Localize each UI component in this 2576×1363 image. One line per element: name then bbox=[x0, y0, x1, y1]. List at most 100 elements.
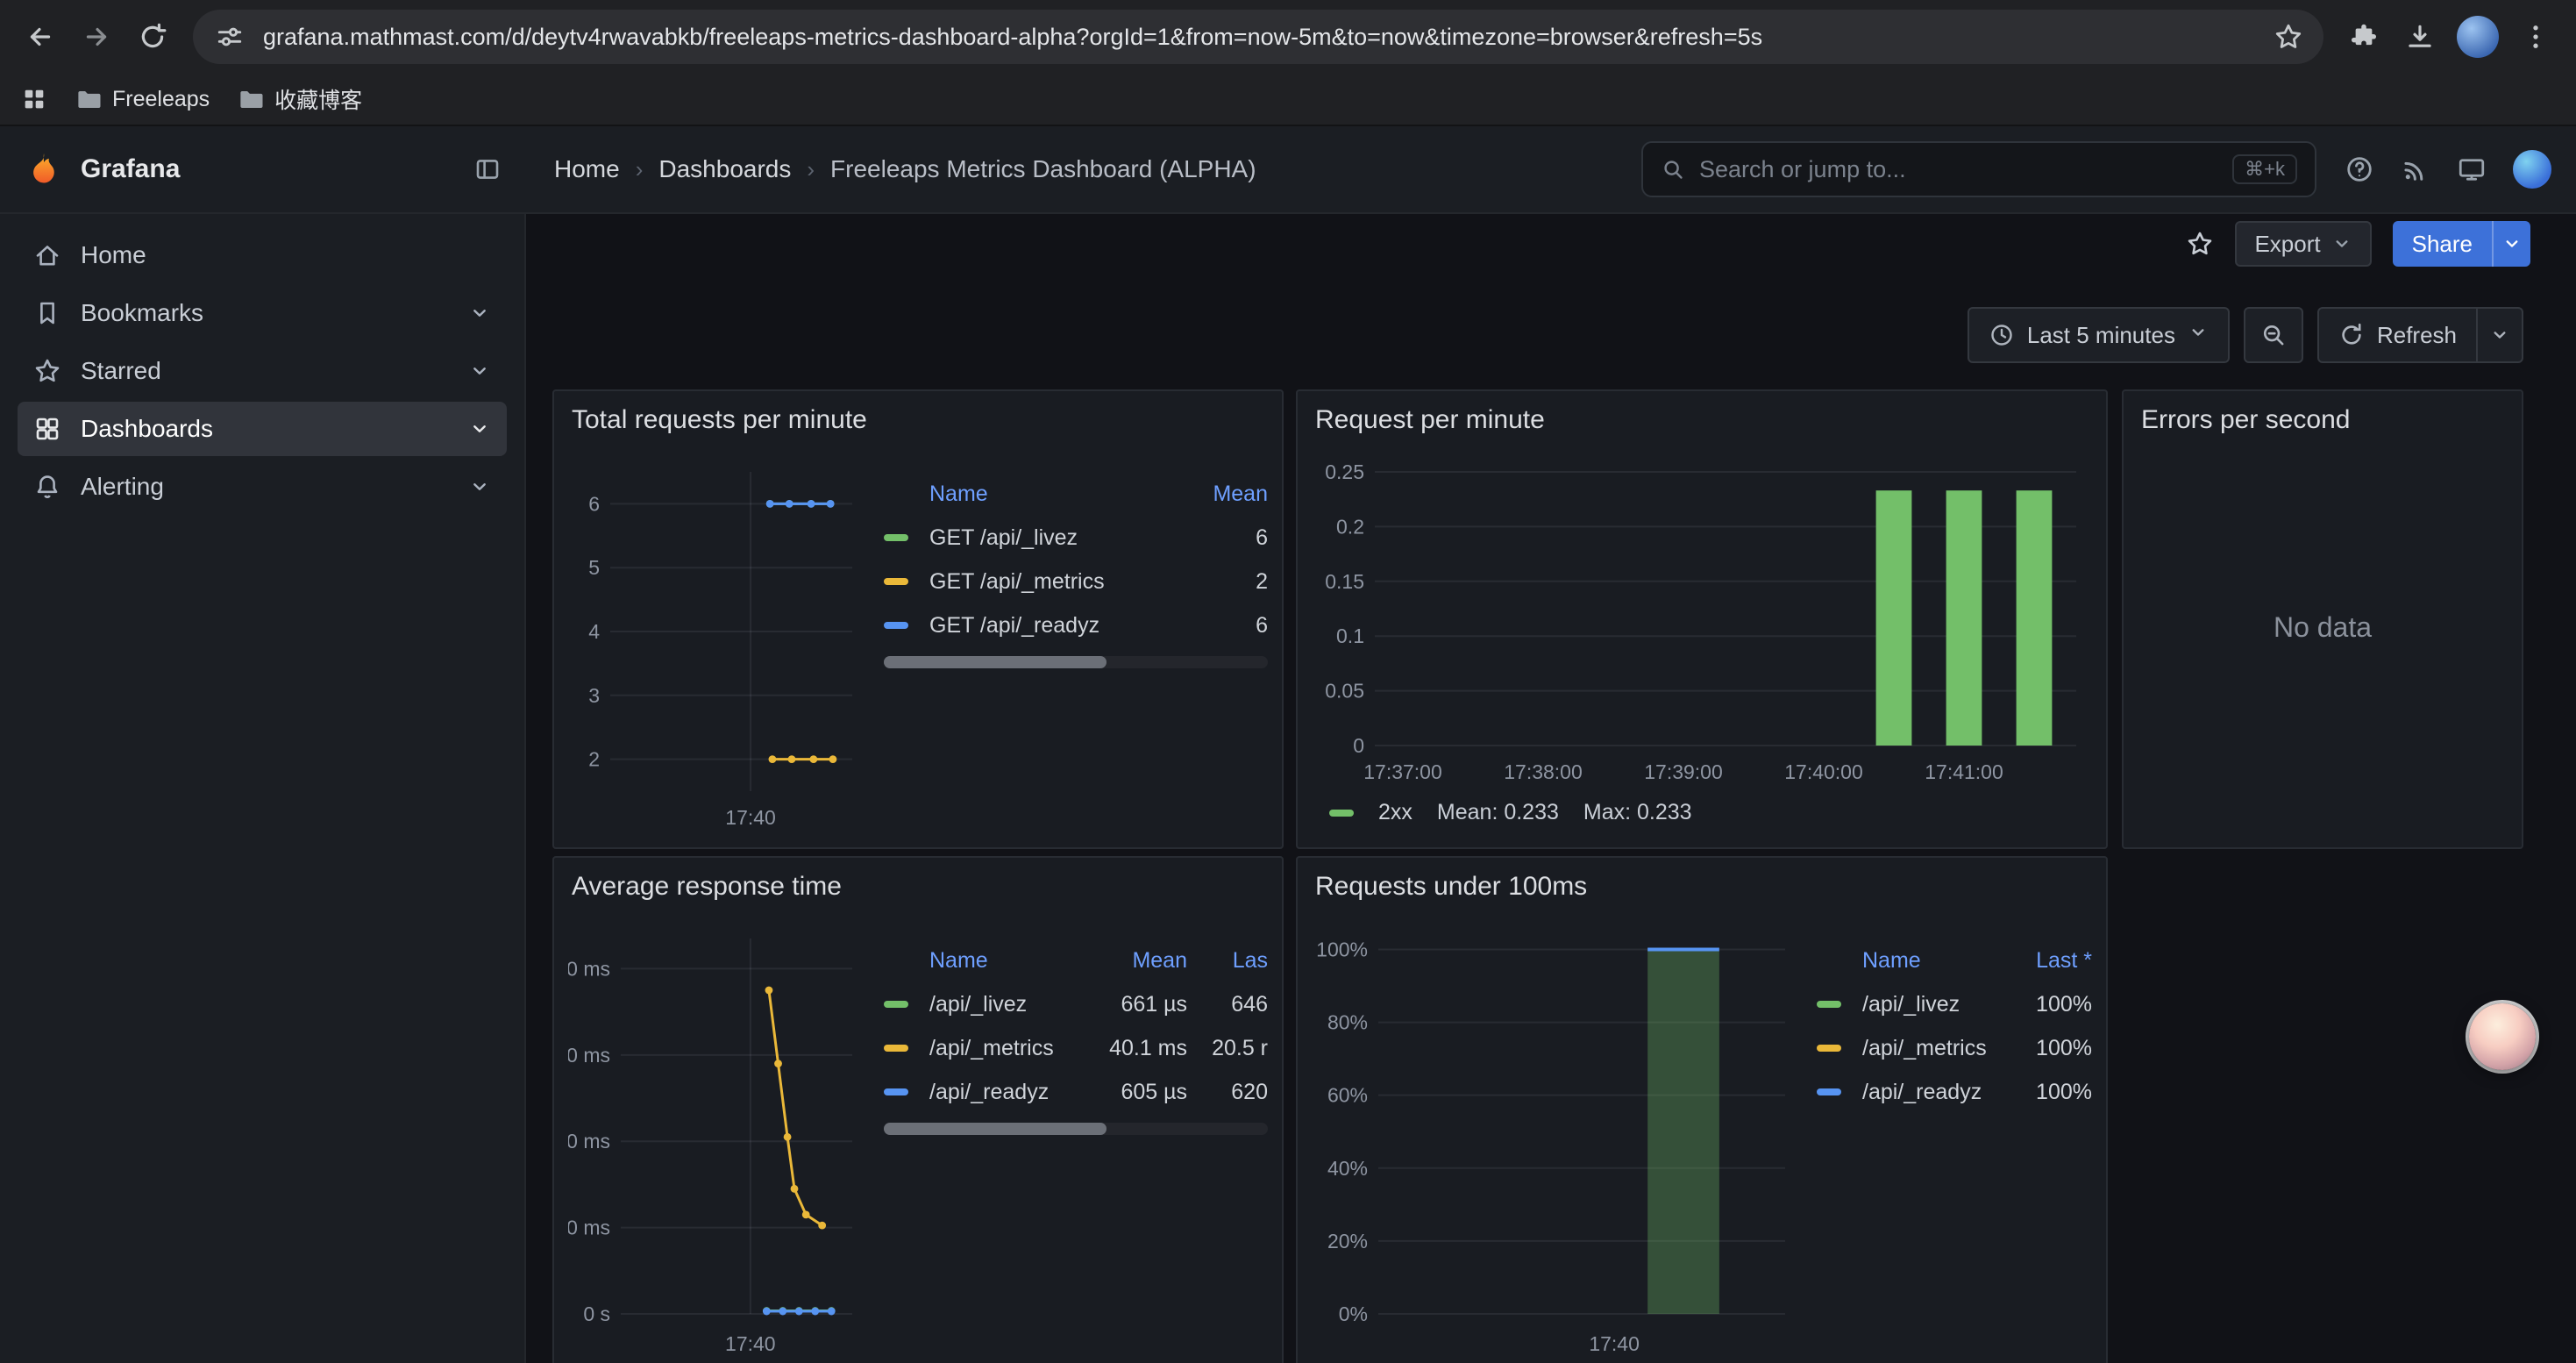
svg-text:0 s: 0 s bbox=[583, 1302, 610, 1325]
svg-text:4: 4 bbox=[588, 620, 600, 643]
panel-average-response-time: Average response time 80 ms60 ms40 ms20 … bbox=[552, 856, 1284, 1363]
svg-text:60%: 60% bbox=[1327, 1084, 1368, 1107]
url-text: grafana.mathmast.com/d/deytv4rwavabkb/fr… bbox=[263, 24, 2267, 51]
legend-header-last[interactable]: Last * bbox=[2008, 948, 2092, 974]
request-per-minute-chart[interactable]: 0.250.20.150.10.05017:37:0017:38:0017:39… bbox=[1312, 447, 2090, 791]
sidebar-toggle-icon[interactable] bbox=[473, 155, 502, 183]
legend-series-name[interactable]: /api/_readyz bbox=[1862, 1080, 1997, 1105]
share-menu-button[interactable] bbox=[2492, 221, 2530, 267]
export-button[interactable]: Export bbox=[2235, 221, 2371, 267]
legend-series-name[interactable]: GET /api/_metrics bbox=[929, 569, 1166, 595]
breadcrumb-dashboards[interactable]: Dashboards bbox=[658, 155, 791, 183]
legend-series-name[interactable]: 2xx bbox=[1378, 800, 1413, 825]
svg-text:17:41:00: 17:41:00 bbox=[1925, 760, 2003, 783]
search-shortcut-hint: ⌘+k bbox=[2232, 154, 2297, 184]
zoom-out-button[interactable] bbox=[2244, 307, 2303, 363]
legend-series-name[interactable]: /api/_livez bbox=[1862, 992, 1997, 1017]
downloads-icon[interactable] bbox=[2394, 11, 2446, 63]
legend-series-name[interactable]: /api/_metrics bbox=[1862, 1036, 1997, 1061]
legend-table: Name Mean Las /api/_livez 661 µs 646 /ap… bbox=[866, 914, 1268, 1363]
folder-icon bbox=[238, 86, 264, 112]
legend-scrollbar-thumb[interactable] bbox=[884, 656, 1107, 668]
brand-name: Grafana bbox=[81, 154, 456, 184]
legend-series-name[interactable]: GET /api/_livez bbox=[929, 525, 1166, 551]
svg-text:80%: 80% bbox=[1327, 1011, 1368, 1034]
svg-text:0.25: 0.25 bbox=[1325, 460, 1364, 483]
legend-header-mean[interactable]: Mean bbox=[1177, 482, 1268, 507]
sidebar-item-bookmarks[interactable]: Bookmarks bbox=[18, 286, 507, 340]
requests-under-100ms-chart[interactable]: 100%80%60%40%20%0%17:40 bbox=[1312, 914, 1799, 1363]
search-input[interactable]: Search or jump to... ⌘+k bbox=[1641, 141, 2316, 197]
panel-title[interactable]: Requests under 100ms bbox=[1312, 868, 2092, 914]
browser-profile-avatar[interactable] bbox=[2457, 16, 2499, 58]
legend-header-mean[interactable]: Mean bbox=[1089, 948, 1187, 974]
legend-series-mean: 661 µs bbox=[1089, 992, 1187, 1017]
svg-text:0.1: 0.1 bbox=[1336, 624, 1364, 647]
dashboard-actions: Export Share bbox=[2186, 221, 2530, 267]
total-requests-chart[interactable]: 6543217:40 bbox=[568, 447, 866, 837]
share-label[interactable]: Share bbox=[2393, 221, 2492, 267]
kiosk-monitor-icon[interactable] bbox=[2457, 154, 2487, 184]
forward-icon[interactable] bbox=[70, 11, 123, 63]
bookmark-folder-blog[interactable]: 收藏博客 bbox=[238, 83, 362, 115]
assistant-avatar[interactable] bbox=[2469, 1003, 2536, 1070]
svg-text:0.15: 0.15 bbox=[1325, 570, 1364, 593]
average-response-time-chart[interactable]: 80 ms60 ms40 ms20 ms0 s17:40 bbox=[568, 914, 866, 1363]
site-info-icon[interactable] bbox=[210, 18, 249, 56]
sidebar-item-alerting[interactable]: Alerting bbox=[18, 460, 507, 514]
legend-header-last[interactable]: Las bbox=[1198, 948, 1268, 974]
legend-series-name[interactable]: /api/_livez bbox=[929, 992, 1078, 1017]
back-icon[interactable] bbox=[14, 11, 67, 63]
breadcrumb-home[interactable]: Home bbox=[554, 155, 620, 183]
sidebar-item-starred[interactable]: Starred bbox=[18, 344, 507, 398]
news-rss-icon[interactable] bbox=[2401, 154, 2430, 184]
panel-request-per-minute: Request per minute 0.250.20.150.10.05017… bbox=[1296, 389, 2108, 849]
bookmark-star-icon[interactable] bbox=[2267, 16, 2309, 58]
panel-total-requests: Total requests per minute 6543217:40 Nam… bbox=[552, 389, 1284, 849]
time-range-picker[interactable]: Last 5 minutes bbox=[1968, 307, 2230, 363]
legend-series-name[interactable]: /api/_readyz bbox=[929, 1080, 1078, 1105]
legend-scrollbar bbox=[884, 1123, 1268, 1135]
url-bar[interactable]: grafana.mathmast.com/d/deytv4rwavabkb/fr… bbox=[193, 10, 2323, 64]
share-button[interactable]: Share bbox=[2393, 221, 2530, 267]
panel-title[interactable]: Average response time bbox=[568, 868, 1268, 914]
legend-scrollbar-thumb[interactable] bbox=[884, 1123, 1107, 1135]
grafana-logo[interactable] bbox=[25, 150, 63, 189]
legend-header-name[interactable]: Name bbox=[1862, 948, 1997, 974]
chevron-down-icon bbox=[468, 360, 491, 382]
grafana-header: Grafana Home Dashboards Freeleaps Metric… bbox=[0, 126, 2576, 214]
sidebar-item-home[interactable]: Home bbox=[18, 228, 507, 282]
favorite-star-icon[interactable] bbox=[2186, 230, 2214, 258]
refresh-interval-button[interactable] bbox=[2476, 309, 2522, 361]
legend-series-name[interactable]: GET /api/_readyz bbox=[929, 613, 1166, 639]
panel-title[interactable]: Total requests per minute bbox=[568, 402, 1268, 447]
chevron-down-icon bbox=[468, 302, 491, 325]
refresh-button[interactable]: Refresh bbox=[2317, 307, 2523, 363]
svg-text:20 ms: 20 ms bbox=[568, 1217, 610, 1239]
user-avatar[interactable] bbox=[2513, 150, 2551, 189]
panel-title[interactable]: Errors per second bbox=[2138, 402, 2508, 447]
svg-text:17:40:00: 17:40:00 bbox=[1784, 760, 1863, 783]
dashboards-grid-icon bbox=[33, 415, 61, 443]
apps-grid-icon[interactable] bbox=[21, 86, 47, 112]
legend-scrollbar bbox=[884, 656, 1268, 668]
browser-menu-icon[interactable] bbox=[2509, 11, 2562, 63]
help-icon[interactable] bbox=[2345, 154, 2374, 184]
legend-series-last: 100% bbox=[2008, 992, 2092, 1017]
series-swatch bbox=[884, 534, 908, 541]
svg-text:0.2: 0.2 bbox=[1336, 515, 1364, 538]
chevron-down-icon bbox=[2188, 322, 2209, 349]
legend-series-last: 620 bbox=[1198, 1080, 1268, 1105]
series-swatch bbox=[884, 578, 908, 585]
refresh-main[interactable]: Refresh bbox=[2319, 309, 2476, 361]
sidebar-item-label: Dashboards bbox=[81, 415, 213, 443]
sidebar-item-dashboards[interactable]: Dashboards bbox=[18, 402, 507, 456]
legend-series-name[interactable]: /api/_metrics bbox=[929, 1036, 1078, 1061]
reload-icon[interactable] bbox=[126, 11, 179, 63]
legend-header-name[interactable]: Name bbox=[929, 948, 1078, 974]
panel-title[interactable]: Request per minute bbox=[1312, 402, 2092, 447]
svg-text:20%: 20% bbox=[1327, 1230, 1368, 1252]
extensions-icon[interactable] bbox=[2338, 11, 2390, 63]
legend-header-name[interactable]: Name bbox=[929, 482, 1166, 507]
bookmark-folder-freeleaps[interactable]: Freeleaps bbox=[75, 86, 210, 112]
